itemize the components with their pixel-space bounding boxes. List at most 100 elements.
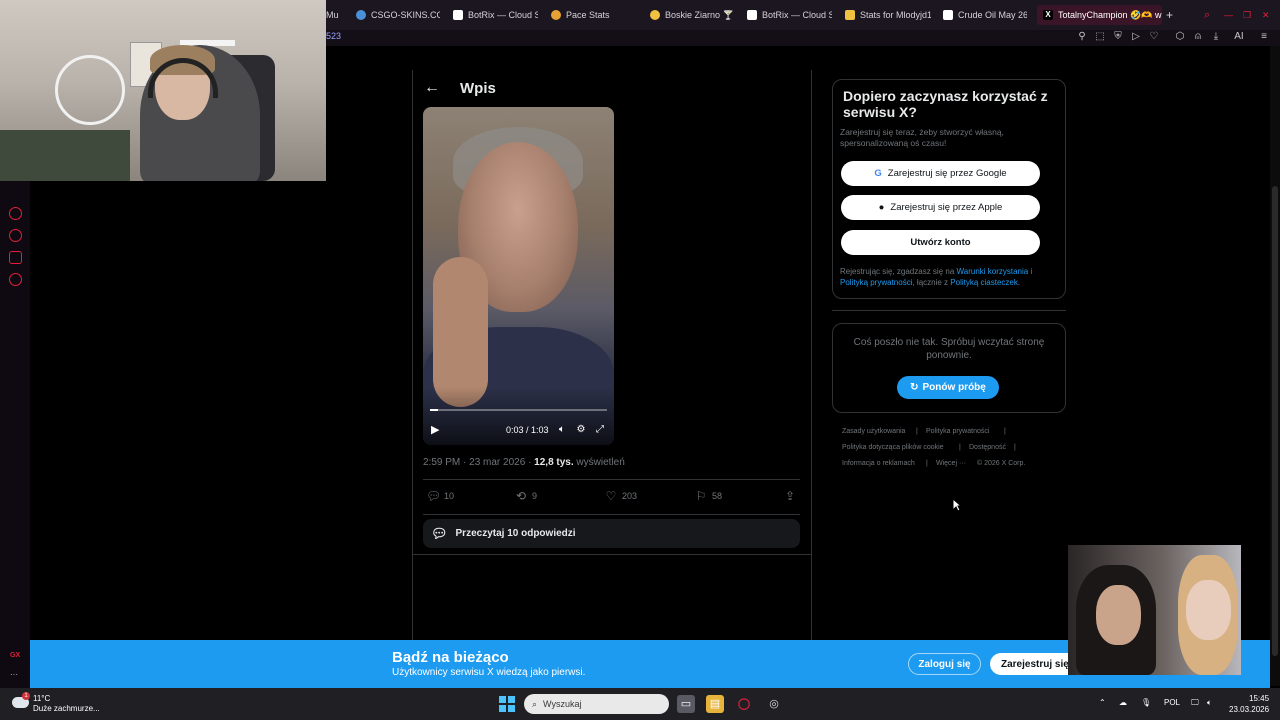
footer-link[interactable]: Polityka prywatności bbox=[926, 428, 989, 435]
search-tabs-icon[interactable]: ⌕ bbox=[1204, 5, 1216, 25]
bookmark-button[interactable]: ⚐ 58 bbox=[694, 489, 722, 503]
coffee-icon bbox=[650, 10, 660, 20]
repost-button[interactable]: ⟲ 9 bbox=[514, 489, 537, 503]
tab-botrix-1[interactable]: BotRix — Cloud St bbox=[453, 5, 538, 25]
search-placeholder: Wyszukaj bbox=[543, 699, 582, 709]
windows-start-icon[interactable] bbox=[499, 696, 515, 712]
sidebar-more-icon[interactable]: ··· bbox=[10, 670, 18, 679]
apple-signup-label: Zarejestruj się przez Apple bbox=[890, 202, 1003, 213]
tab-totalnychampion[interactable]: X TotalnyChampion 🤣🫶 w bbox=[1037, 5, 1162, 25]
retry-button[interactable]: ↻ Ponów próbę bbox=[897, 376, 999, 399]
play-icon[interactable]: ▷ bbox=[1130, 31, 1142, 43]
gx-label[interactable]: GX bbox=[10, 652, 20, 659]
pin-icon[interactable]: ⚲ bbox=[1076, 31, 1088, 43]
new-tab-button[interactable]: + bbox=[1166, 5, 1178, 25]
repost-icon: ⟲ bbox=[515, 489, 527, 503]
taskbar-search-input[interactable]: ⌕ Wyszukaj bbox=[524, 694, 669, 714]
read-replies-button[interactable]: 💬︎ Przeczytaj 10 odpowiedzi bbox=[423, 519, 800, 548]
divider bbox=[423, 479, 800, 480]
microphone-icon[interactable]: 🎙︎ bbox=[1141, 698, 1151, 707]
footer-link[interactable]: Polityka dotycząca plików cookie bbox=[842, 444, 944, 451]
footer-more-link[interactable]: Więcej ··· bbox=[936, 460, 966, 467]
weather-widget[interactable]: 11°C Duże zachmurze... bbox=[33, 694, 100, 714]
stats-icon bbox=[845, 10, 855, 20]
scrollbar-thumb[interactable] bbox=[1272, 186, 1278, 656]
sidebar-messenger-icon[interactable] bbox=[9, 207, 22, 220]
minimize-icon[interactable]: — bbox=[1224, 5, 1236, 25]
register-button[interactable]: Zarejestruj się bbox=[990, 653, 1080, 675]
refresh-icon: ↻ bbox=[910, 382, 919, 393]
menu-icon[interactable]: ≡ bbox=[1258, 31, 1270, 43]
video-progress-track[interactable] bbox=[430, 409, 607, 411]
page-title: Wpis bbox=[460, 80, 496, 97]
share-button[interactable]: ⇪ bbox=[783, 489, 797, 503]
url-fragment[interactable]: 523 bbox=[326, 31, 341, 41]
heart-icon[interactable]: ♡ bbox=[1148, 31, 1160, 43]
privacy-link[interactable]: Polityką prywatności bbox=[840, 278, 912, 287]
extensions-icon[interactable]: ⬡ bbox=[1174, 31, 1186, 43]
volume-icon[interactable]: 🔈︎ bbox=[1207, 698, 1212, 708]
tab-label: TotalnyChampion 🤣🫶 w bbox=[1058, 9, 1162, 20]
volume-icon[interactable]: 🔈︎ bbox=[556, 424, 568, 436]
like-button[interactable]: ♡ 203 bbox=[604, 489, 637, 503]
tab-botrix-2[interactable]: BotRix — Cloud St bbox=[747, 5, 832, 25]
chart-icon bbox=[943, 10, 953, 20]
footer-link[interactable]: Informacja o reklamach bbox=[842, 460, 915, 467]
signup-title: Dopiero zaczynasz korzystać z serwisu X? bbox=[843, 88, 1048, 120]
webcam-overlay bbox=[0, 0, 326, 181]
reply-button[interactable]: 💬︎ 10 bbox=[426, 489, 454, 503]
signup-legal: Rejestrując się, zgadzasz się na Warunki… bbox=[840, 266, 1062, 288]
download-icon[interactable]: ⤓ bbox=[1210, 31, 1222, 43]
tray-chevron-icon[interactable]: ⌃ bbox=[1099, 698, 1106, 707]
task-view-icon[interactable]: ▭ bbox=[677, 695, 695, 713]
bookmark-icon: ⚐ bbox=[695, 489, 707, 503]
fullscreen-icon[interactable]: ⤢ bbox=[594, 424, 606, 436]
sidebar-extensions-icon[interactable] bbox=[9, 251, 22, 264]
sidebar-history-icon[interactable] bbox=[9, 229, 22, 242]
tab-pace-stats[interactable]: Pace Stats bbox=[551, 5, 613, 25]
create-account-button[interactable]: Utwórz konto bbox=[841, 230, 1040, 255]
file-explorer-icon[interactable]: ▤ bbox=[706, 695, 724, 713]
taskbar-clock[interactable]: 15:45 23.03.2026 bbox=[1229, 693, 1269, 715]
discord-icon[interactable]: ◎ bbox=[765, 695, 783, 713]
weather-temp: 11°C bbox=[33, 694, 51, 703]
back-arrow-icon[interactable]: ← bbox=[424, 80, 440, 96]
sidebar-settings-icon[interactable] bbox=[9, 273, 22, 286]
legal-text: i bbox=[1028, 267, 1033, 276]
apple-signup-button[interactable]: ● Zarejestruj się przez Apple bbox=[841, 195, 1040, 220]
google-signup-button[interactable]: G Zarejestruj się przez Google bbox=[841, 161, 1040, 186]
tab-label: Boskie Ziarno 🍸 bbox=[665, 9, 734, 20]
post-timestamp[interactable]: 2:59 PM · 23 mar 2026 · bbox=[423, 457, 534, 468]
cookie-link[interactable]: Polityką ciasteczek bbox=[950, 278, 1018, 287]
tab-csgo-skins[interactable]: CSGO-SKINS.CO bbox=[356, 5, 440, 25]
terms-link[interactable]: Warunki korzystania bbox=[957, 267, 1029, 276]
profile-icon[interactable]: ⍝ bbox=[1192, 31, 1204, 43]
video-overlay bbox=[1068, 545, 1241, 675]
share-icon: ⇪ bbox=[784, 489, 796, 503]
snapshot-icon[interactable]: ⬚ bbox=[1094, 31, 1106, 43]
read-replies-label: Przeczytaj 10 odpowiedzi bbox=[455, 528, 576, 539]
footer-link[interactable]: Dostępność bbox=[969, 444, 1006, 451]
settings-gear-icon[interactable]: ⚙ bbox=[575, 424, 587, 436]
maximize-icon[interactable]: ❐ bbox=[1243, 5, 1255, 25]
tray-app-icon[interactable]: ☁ bbox=[1119, 698, 1127, 707]
tab-crude-oil[interactable]: Crude Oil May 26 bbox=[943, 5, 1027, 25]
close-icon[interactable]: ✕ bbox=[1262, 5, 1274, 25]
play-icon[interactable]: ▶ bbox=[431, 423, 443, 437]
google-icon: G bbox=[874, 168, 882, 179]
tab-boskie-ziarno[interactable]: Boskie Ziarno 🍸 bbox=[650, 5, 734, 25]
tab-stats-mlodyjd1[interactable]: Stats for Mlodyjd1 bbox=[845, 5, 931, 25]
network-icon[interactable]: 🖵︎ bbox=[1191, 698, 1199, 708]
shield-icon[interactable]: ⛨ bbox=[1112, 31, 1124, 43]
opera-gx-icon[interactable]: ◯ bbox=[735, 695, 753, 713]
tab-label: BotRix — Cloud St bbox=[762, 10, 832, 20]
language-indicator[interactable]: POL bbox=[1164, 698, 1180, 707]
divider bbox=[832, 310, 1066, 311]
tab-music[interactable]: Mu bbox=[326, 5, 344, 25]
ai-button[interactable]: AI bbox=[1228, 31, 1250, 43]
chat-bubble-icon: 💬︎ bbox=[431, 525, 448, 541]
video-player[interactable] bbox=[423, 107, 614, 445]
footer-link[interactable]: Zasady użytkowania bbox=[842, 428, 905, 435]
tab-label: Stats for Mlodyjd1 bbox=[860, 10, 931, 20]
login-button[interactable]: Zaloguj się bbox=[908, 653, 981, 675]
